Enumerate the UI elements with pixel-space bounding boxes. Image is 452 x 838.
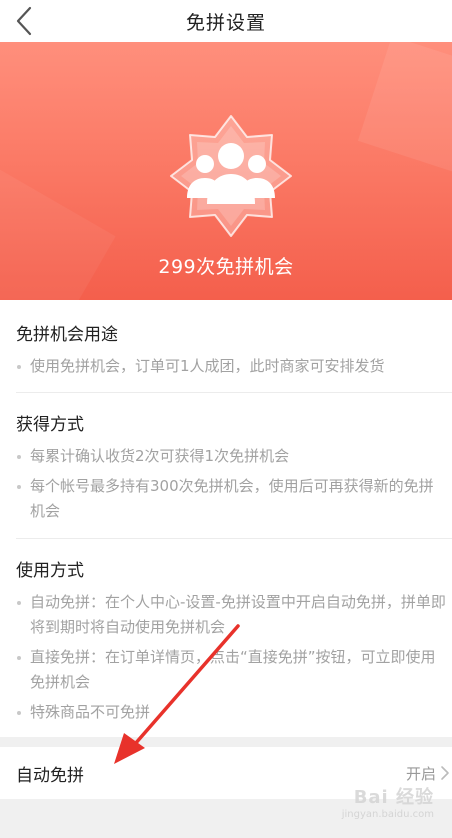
hero-decoration [357,42,452,178]
setting-label: 自动免拼 [16,765,84,786]
list-item: 特殊商品不可免拼 [16,700,446,725]
hero-banner: 299次免拼机会 [0,42,452,300]
section-how-to-use: 使用方式 自动免拼：在个人中心-设置-免拼设置中开启自动免拼，拼单即将到期时将自… [16,556,452,725]
chevron-right-icon [441,766,449,780]
free-group-count: 299次免拼机会 [158,256,294,278]
divider [16,392,452,393]
watermark: Bai 经验 jingyan.baidu.com [342,783,434,820]
section-title: 使用方式 [16,561,84,581]
list-item: 每累计确认收货2次可获得1次免拼机会 [16,444,452,469]
page-title: 免拼设置 [185,11,266,34]
list-item: 使用免拼机会，订单可1人成团，此时商家可安排发货 [16,354,452,379]
setting-status: 开启 [405,764,436,783]
divider [16,538,452,539]
info-card: 免拼机会用途 使用免拼机会，订单可1人成团，此时商家可安排发货 获得方式 每累计… [0,300,452,737]
section-title: 免拼机会用途 [16,325,118,345]
group-users-icon [170,115,292,237]
back-button[interactable] [8,4,40,38]
hero-decoration [0,166,116,300]
section-title: 获得方式 [16,415,84,435]
section-obtain: 获得方式 每累计确认收货2次可获得1次免拼机会 每个帐号最多持有300次免拼机会… [16,410,452,524]
list-item: 自动免拼：在个人中心-设置-免拼设置中开启自动免拼，拼单即将到期时将自动使用免拼… [16,590,446,640]
setting-value[interactable]: 开启 [406,763,452,784]
list-item: 直接免拼：在订单详情页，点击“直接免拼”按钮，可立即使用免拼机会 [16,645,446,695]
chevron-left-icon [16,6,32,36]
watermark-brand: Bai 经验 [353,787,434,808]
nav-bar: 免拼设置 [0,0,452,42]
watermark-url: jingyan.baidu.com [341,809,434,820]
list-item: 每个帐号最多持有300次免拼机会，使用后可再获得新的免拼机会 [16,474,446,524]
section-usage: 免拼机会用途 使用免拼机会，订单可1人成团，此时商家可安排发货 [16,320,452,379]
